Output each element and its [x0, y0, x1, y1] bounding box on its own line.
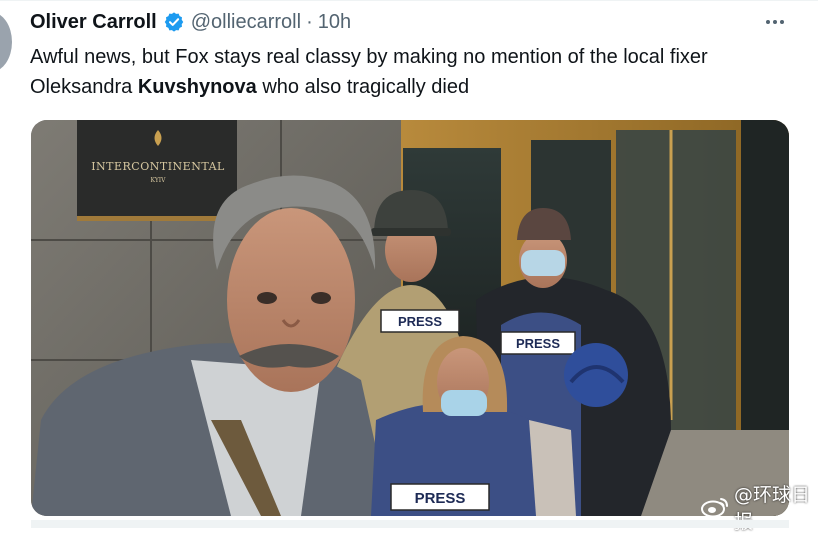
tweet-text: Awful news, but Fox stays real classy by… [30, 42, 790, 102]
hotel-sign-name: INTERCONTINENTAL [91, 160, 225, 173]
tweet-text-part2: who also tragically died [256, 76, 470, 98]
separator-dot: · [306, 10, 313, 33]
more-options-icon[interactable] [758, 8, 792, 36]
press-label-masked-woman: PRESS [516, 336, 560, 351]
verified-badge-icon [163, 11, 185, 33]
bottom-divider [31, 520, 789, 528]
tweet-text-bold-name: Kuvshynova [137, 76, 257, 98]
weibo-logo-icon [700, 496, 730, 518]
press-label-front-woman: PRESS [415, 490, 466, 507]
press-label-helmet-man: PRESS [398, 314, 442, 329]
tweet-header: Oliver Carroll @olliecarroll · 10h [30, 9, 351, 35]
hotel-sign: INTERCONTINENTAL KYIV [77, 120, 237, 221]
author-name[interactable]: Oliver Carroll [30, 11, 157, 34]
tweet-timestamp[interactable]: 10h [318, 11, 351, 34]
tweet-photo[interactable]: INTERCONTINENTAL KYIV PRESS PRESS PRESS [31, 120, 789, 516]
author-handle[interactable]: @olliecarroll [191, 11, 301, 34]
weibo-watermark: @环球日报 [700, 484, 818, 533]
hotel-sign-city: KYIV [151, 177, 167, 184]
author-avatar[interactable] [0, 12, 12, 72]
top-divider [0, 0, 818, 1]
